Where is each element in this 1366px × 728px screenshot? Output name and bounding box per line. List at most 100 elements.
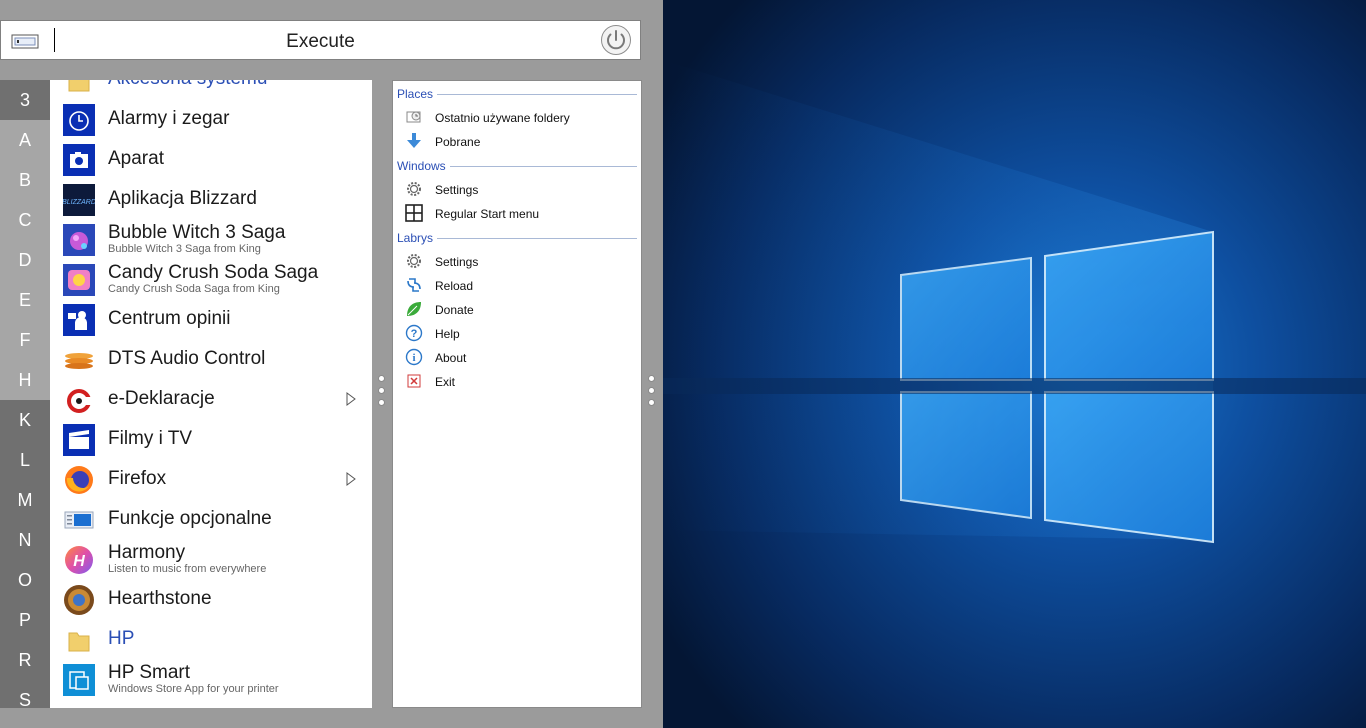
harmony-icon: H	[65, 546, 93, 574]
app-name: Harmony	[108, 542, 186, 563]
list-item[interactable]: DTS Audio Control	[50, 340, 372, 380]
resize-grip-right[interactable]	[648, 375, 656, 413]
list-item[interactable]: HP	[50, 620, 372, 660]
alarm-clock-icon	[63, 104, 95, 136]
letter-f[interactable]: F	[0, 320, 50, 360]
app-name: DTS Audio Control	[108, 348, 266, 369]
app-name: Bubble Witch 3 Saga	[108, 222, 286, 243]
menu-item-donate[interactable]: Donate	[393, 297, 641, 321]
places-pane: Places Ostatnio używane foldery Pobrane …	[392, 80, 642, 708]
desktop-wallpaper	[663, 0, 1366, 728]
menu-item-help[interactable]: ? Help	[393, 321, 641, 345]
help-icon: ?	[405, 324, 423, 342]
hp-smart-icon	[63, 664, 95, 696]
camera-icon	[63, 144, 95, 176]
app-subtitle: Windows Store App for your printer	[108, 683, 279, 695]
recent-folders-icon	[406, 111, 421, 123]
folder-icon	[68, 80, 90, 92]
optional-features-icon	[64, 511, 94, 529]
candy-crush-icon	[63, 264, 95, 296]
letter-o[interactable]: O	[0, 560, 50, 600]
app-name: Funkcje opcjonalne	[108, 508, 272, 529]
leaf-icon	[407, 302, 421, 316]
svg-text:i: i	[412, 352, 415, 364]
app-name: HP	[108, 628, 135, 649]
list-item[interactable]: HP Smart Windows Store App for your prin…	[50, 660, 372, 700]
list-item[interactable]: BLIZZARD Aplikacja Blizzard	[50, 180, 372, 220]
letter-n[interactable]: N	[0, 520, 50, 560]
app-name: Centrum opinii	[108, 308, 231, 329]
chevron-right-icon[interactable]	[346, 472, 356, 486]
list-item[interactable]: Hearthstone	[50, 580, 372, 620]
dts-audio-icon	[63, 344, 95, 376]
menu-item-labrys-settings[interactable]: Settings	[393, 249, 641, 273]
letter-s[interactable]: S	[0, 680, 50, 708]
list-item[interactable]: H Harmony Listen to music from everywher…	[50, 540, 372, 580]
section-heading-labrys: Labrys	[393, 225, 641, 249]
list-item[interactable]: Funkcje opcjonalne	[50, 500, 372, 540]
letter-b[interactable]: B	[0, 160, 50, 200]
app-name: Aparat	[108, 148, 164, 169]
blizzard-icon: BLIZZARD	[63, 184, 95, 216]
app-name: Filmy i TV	[108, 428, 193, 449]
svg-text:?: ?	[411, 328, 418, 340]
app-subtitle: Candy Crush Soda Saga from King	[108, 283, 280, 295]
list-item[interactable]: Aparat	[50, 140, 372, 180]
letter-e[interactable]: E	[0, 280, 50, 320]
hearthstone-icon	[64, 585, 94, 615]
movies-tv-icon	[63, 424, 95, 456]
letter-p[interactable]: P	[0, 600, 50, 640]
letter-c[interactable]: C	[0, 200, 50, 240]
menu-item-windows-settings[interactable]: Settings	[393, 177, 641, 201]
app-name: HP Smart	[108, 662, 191, 683]
list-item[interactable]: Filmy i TV	[50, 420, 372, 460]
list-item[interactable]: Centrum opinii	[50, 300, 372, 340]
resize-grip-left[interactable]	[378, 375, 386, 413]
gear-icon	[407, 254, 421, 268]
app-name: Firefox	[108, 468, 167, 489]
section-heading-places: Places	[393, 81, 641, 105]
letter-k[interactable]: K	[0, 400, 50, 440]
menu-item-regular-start-menu[interactable]: Regular Start menu	[393, 201, 641, 225]
letter-r[interactable]: R	[0, 640, 50, 680]
e-deklaracje-icon	[63, 384, 95, 416]
chevron-right-icon[interactable]	[346, 392, 356, 406]
list-item[interactable]: Alarmy i zegar	[50, 100, 372, 140]
menu-item-recent-folders[interactable]: Ostatnio używane foldery	[393, 105, 641, 129]
gear-icon	[407, 182, 421, 196]
info-icon: i	[405, 348, 423, 366]
menu-item-reload[interactable]: Reload	[393, 273, 641, 297]
list-item[interactable]: e-Deklaracje	[50, 380, 372, 420]
apps-list: Akcesoria systemu Alarmy i zegar Aparat	[50, 80, 372, 708]
letter-3[interactable]: 3	[0, 80, 50, 120]
letter-h[interactable]: H	[0, 360, 50, 400]
power-icon[interactable]	[600, 24, 632, 56]
app-name: Aplikacja Blizzard	[108, 188, 257, 209]
letter-d[interactable]: D	[0, 240, 50, 280]
execute-bar[interactable]: Execute	[0, 20, 641, 60]
list-item[interactable]: Firefox	[50, 460, 372, 500]
execute-label: Execute	[286, 31, 355, 52]
reload-icon	[407, 278, 421, 292]
menu-item-exit[interactable]: Exit	[393, 369, 641, 393]
list-item[interactable]: Candy Crush Soda Saga Candy Crush Soda S…	[50, 260, 372, 300]
letter-l[interactable]: L	[0, 440, 50, 480]
list-item[interactable]: Bubble Witch 3 Saga Bubble Witch 3 Saga …	[50, 220, 372, 260]
letter-m[interactable]: M	[0, 480, 50, 520]
menu-item-about[interactable]: i About	[393, 345, 641, 369]
list-item[interactable]: Akcesoria systemu	[50, 80, 372, 100]
bubble-witch-icon	[63, 224, 95, 256]
app-name: Candy Crush Soda Saga	[108, 262, 319, 283]
menu-item-downloads[interactable]: Pobrane	[393, 129, 641, 153]
app-name: Akcesoria systemu	[108, 80, 267, 90]
windows-logo-wallpaper	[663, 0, 1366, 728]
section-heading-windows: Windows	[393, 153, 641, 177]
svg-text:H: H	[73, 553, 85, 570]
svg-text:BLIZZARD: BLIZZARD	[63, 199, 95, 206]
app-name: Hearthstone	[108, 588, 212, 609]
exit-icon	[407, 374, 421, 388]
start-menu-panel: Execute 3 A B C D E F H K L M N O P R S	[0, 0, 663, 728]
windows-start-icon	[405, 204, 423, 222]
app-name: e-Deklaracje	[108, 388, 215, 409]
letter-a[interactable]: A	[0, 120, 50, 160]
